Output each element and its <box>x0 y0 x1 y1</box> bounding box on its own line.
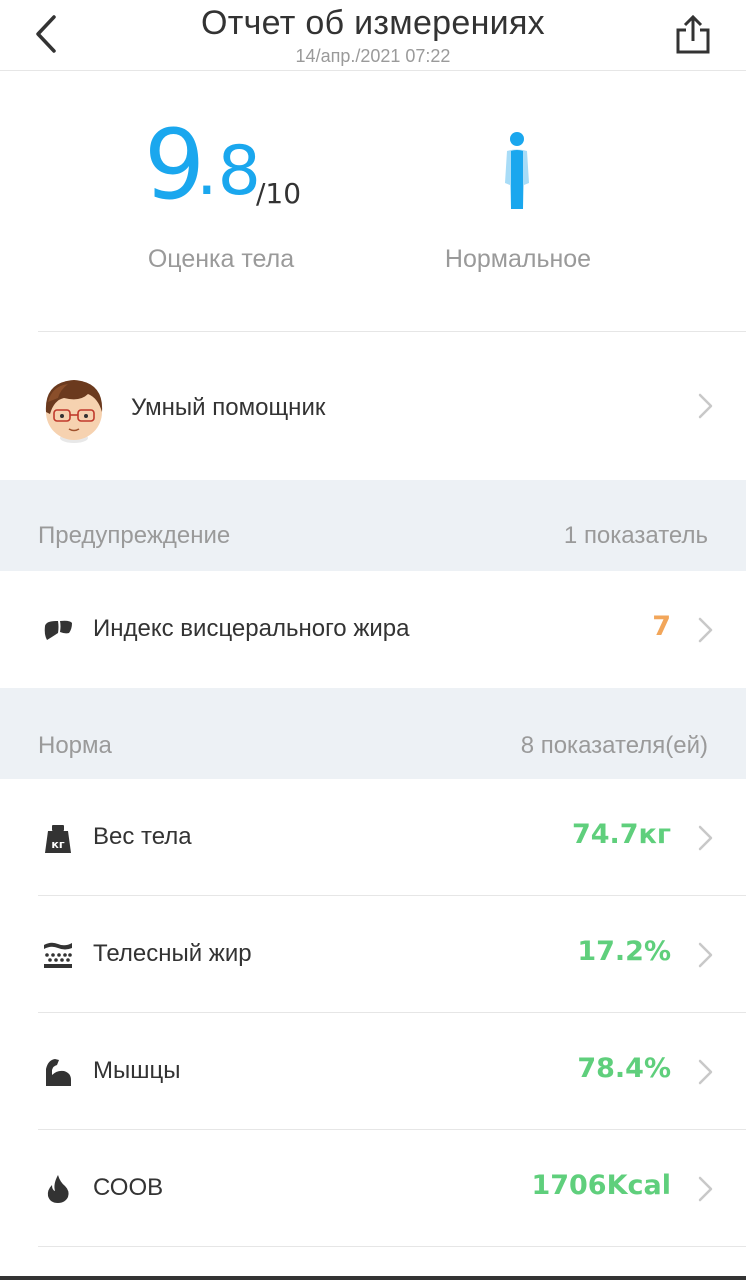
visceral-fat-icon <box>44 620 72 640</box>
metric-row-visceral-fat[interactable]: Индекс висцерального жира 7 <box>0 571 746 688</box>
section-count: 1 показатель <box>563 522 708 549</box>
metric-value: 7 <box>652 611 671 642</box>
metric-row-bmr[interactable]: СООВ 1706Kcal <box>0 1130 746 1247</box>
metric-value: 78.4% <box>577 1053 671 1084</box>
body-figure-icon <box>505 132 529 209</box>
metric-value: 74.7кг <box>571 819 671 850</box>
chevron-right-icon <box>698 393 713 419</box>
section-title: Предупреждение <box>38 522 231 549</box>
smart-assistant-row[interactable]: Умный помощник <box>0 332 746 480</box>
screen-bottom-edge <box>0 1276 746 1280</box>
metric-row-body-fat[interactable]: Телесный жир 17.2% <box>0 896 746 1013</box>
metric-value: 17.2% <box>577 936 671 967</box>
chevron-right-icon <box>698 1059 713 1085</box>
chevron-right-icon <box>698 942 713 968</box>
score-decimal: .8 <box>196 132 261 211</box>
metric-value: 1706Kcal <box>531 1170 671 1201</box>
chevron-right-icon <box>698 825 713 851</box>
divider <box>38 1246 746 1247</box>
share-icon <box>676 15 710 54</box>
metric-label: СООВ <box>93 1174 164 1201</box>
metric-label: Телесный жир <box>93 940 252 967</box>
muscle-icon <box>46 1059 71 1086</box>
share-button[interactable] <box>668 10 718 60</box>
assistant-avatar <box>45 380 103 443</box>
measurement-date: 14/апр./2021 07:22 <box>295 46 451 66</box>
section-title: Норма <box>38 732 112 759</box>
normal-section-header: Норма 8 показателя(ей) <box>0 688 746 779</box>
metric-row-weight[interactable]: кг Вес тела 74.7кг <box>0 779 746 896</box>
assistant-label: Умный помощник <box>131 394 326 421</box>
score-max: /10 <box>256 177 302 210</box>
page-title: Отчет об измерениях <box>201 4 545 42</box>
warning-section-header: Предупреждение 1 показатель <box>0 480 746 571</box>
weight-icon: кг <box>45 825 71 853</box>
flame-icon <box>47 1175 69 1203</box>
metric-row-muscle[interactable]: Мышцы 78.4% <box>0 1013 746 1130</box>
section-count: 8 показателя(ей) <box>520 732 708 759</box>
top-bar: Отчет об измерениях 14/апр./2021 07:22 <box>0 0 746 71</box>
chevron-right-icon <box>698 617 713 643</box>
body-fat-icon <box>44 942 72 968</box>
score-label: Оценка тела <box>147 245 295 273</box>
svg-text:кг: кг <box>51 838 64 851</box>
body-score-summary: 9 .8 /10 Оценка тела Нормальное <box>0 71 746 331</box>
score-integer: 9 <box>144 109 205 221</box>
body-type-label: Нормальное <box>444 245 592 273</box>
chevron-right-icon <box>698 1176 713 1202</box>
metric-label: Мышцы <box>93 1057 181 1084</box>
metric-label: Индекс висцерального жира <box>93 615 410 642</box>
metric-label: Вес тела <box>93 823 192 850</box>
